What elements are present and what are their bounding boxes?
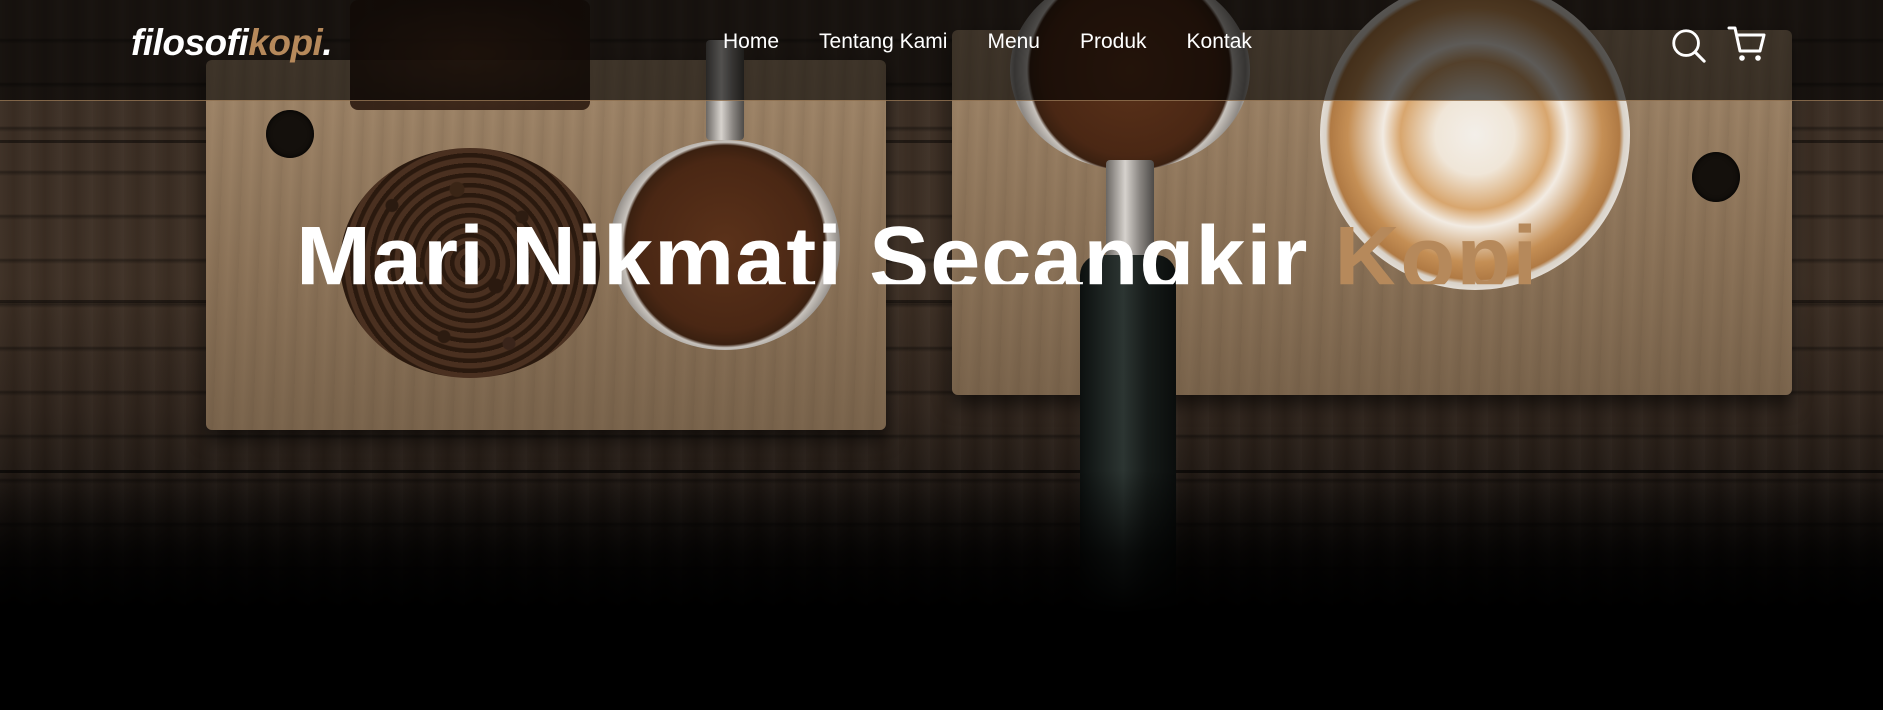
brand-logo[interactable]: filosofikopi. [131, 22, 333, 64]
hero-section: Mari Nikmati Secangkir Kopi filosofikopi… [0, 0, 1883, 710]
nav-link-menu[interactable]: Menu [987, 30, 1040, 54]
nav-link-produk[interactable]: Produk [1080, 30, 1147, 54]
nav-link-tentang-kami[interactable]: Tentang Kami [819, 30, 947, 54]
logo-text-main: filosofi [131, 22, 249, 63]
nav-link-home[interactable]: Home [723, 30, 779, 54]
shopping-cart-icon [1727, 26, 1766, 61]
logo-text-suffix: . [322, 22, 333, 63]
navbar: filosofikopi. Home Tentang Kami Menu Pro… [0, 0, 1883, 101]
nav-link-kontak[interactable]: Kontak [1187, 30, 1252, 54]
cart-button[interactable] [1727, 24, 1767, 64]
search-icon [1672, 29, 1706, 63]
main-nav: Home Tentang Kami Menu Produk Kontak [723, 30, 1252, 54]
board-hole [266, 110, 314, 158]
search-button[interactable] [1669, 26, 1707, 64]
logo-text-accent: kopi [248, 22, 323, 63]
board-hole [1692, 152, 1740, 202]
hero-bottom-gradient [0, 470, 1883, 710]
